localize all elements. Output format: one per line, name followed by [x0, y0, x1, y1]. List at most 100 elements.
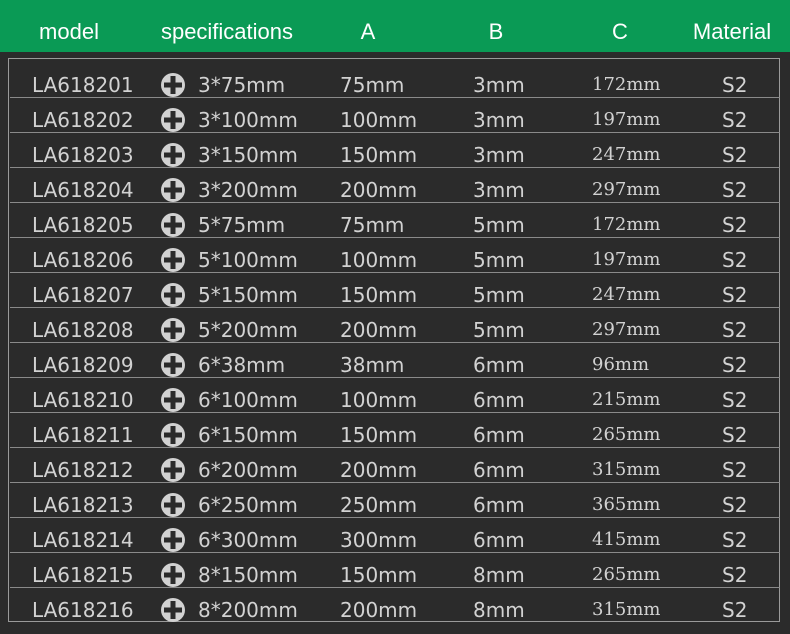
cell-c: 215mm: [592, 389, 661, 410]
cell-material: S2: [722, 423, 748, 447]
cell-b: 6mm: [473, 388, 525, 412]
table-row: LA618213 6*250mm 250mm 6mm 365mm S2: [10, 483, 780, 518]
cell-material: S2: [722, 143, 748, 167]
phillips-cross-icon: [161, 248, 185, 272]
cell-material: S2: [722, 563, 748, 587]
cell-material: S2: [722, 493, 748, 517]
table-row: LA618208 5*200mm 200mm 5mm 297mm S2: [10, 308, 780, 343]
cell-a: 38mm: [340, 353, 405, 377]
phillips-cross-icon: [161, 318, 185, 342]
cell-a: 100mm: [340, 108, 418, 132]
cell-b: 5mm: [473, 318, 525, 342]
cell-material: S2: [722, 213, 748, 237]
cell-b: 6mm: [473, 423, 525, 447]
cell-material: S2: [722, 353, 748, 377]
cell-b: 3mm: [473, 178, 525, 202]
cell-a: 150mm: [340, 423, 418, 447]
cell-model: LA618213: [32, 493, 134, 517]
table-row: LA618211 6*150mm 150mm 6mm 265mm S2: [10, 413, 780, 448]
phillips-cross-icon: [161, 73, 185, 97]
cell-model: LA618204: [32, 178, 134, 202]
cell-c: 96mm: [592, 354, 650, 375]
cell-material: S2: [722, 248, 748, 272]
phillips-cross-icon: [161, 143, 185, 167]
cell-material: S2: [722, 388, 748, 412]
cell-c: 247mm: [592, 144, 661, 165]
cell-a: 300mm: [340, 528, 418, 552]
cell-c: 315mm: [592, 599, 661, 620]
table-row: LA618201 3*75mm 75mm 3mm 172mm S2: [10, 63, 780, 98]
cell-spec: 8*150mm: [198, 563, 298, 587]
cell-model: LA618207: [32, 283, 134, 307]
cell-model: LA618211: [32, 423, 134, 447]
cell-b: 3mm: [473, 143, 525, 167]
phillips-cross-icon: [161, 178, 185, 202]
cell-a: 150mm: [340, 563, 418, 587]
cell-c: 297mm: [592, 319, 661, 340]
cell-c: 197mm: [592, 109, 661, 130]
cell-model: LA618216: [32, 598, 134, 622]
cell-a: 75mm: [340, 73, 405, 97]
cell-b: 8mm: [473, 598, 525, 622]
phillips-cross-icon: [161, 388, 185, 412]
cell-b: 6mm: [473, 528, 525, 552]
cell-model: LA618206: [32, 248, 134, 272]
cell-a: 150mm: [340, 283, 418, 307]
cell-c: 172mm: [592, 214, 661, 235]
cell-spec: 6*100mm: [198, 388, 298, 412]
cell-material: S2: [722, 283, 748, 307]
cell-spec: 6*38mm: [198, 353, 286, 377]
cell-model: LA618208: [32, 318, 134, 342]
table-row: LA618210 6*100mm 100mm 6mm 215mm S2: [10, 378, 780, 413]
table-row: LA618204 3*200mm 200mm 3mm 297mm S2: [10, 168, 780, 203]
table-row: LA618216 8*200mm 200mm 8mm 315mm S2: [10, 588, 780, 623]
phillips-cross-icon: [161, 108, 185, 132]
table-row: LA618207 5*150mm 150mm 5mm 247mm S2: [10, 273, 780, 308]
cell-spec: 3*75mm: [198, 73, 286, 97]
cell-c: 172mm: [592, 74, 661, 95]
cell-model: LA618209: [32, 353, 134, 377]
cell-c: 197mm: [592, 249, 661, 270]
cell-spec: 5*75mm: [198, 213, 286, 237]
table-row: LA618209 6*38mm 38mm 6mm 96mm S2: [10, 343, 780, 378]
cell-spec: 5*200mm: [198, 318, 298, 342]
header-b: B: [488, 19, 504, 44]
cell-spec: 3*150mm: [198, 143, 298, 167]
cell-material: S2: [722, 528, 748, 552]
table-row: LA618202 3*100mm 100mm 3mm 197mm S2: [10, 98, 780, 133]
cell-a: 250mm: [340, 493, 418, 517]
cell-a: 200mm: [340, 178, 418, 202]
header-material: Material: [692, 19, 772, 44]
phillips-cross-icon: [161, 528, 185, 552]
cell-c: 415mm: [592, 529, 661, 550]
cell-c: 315mm: [592, 459, 661, 480]
cell-model: LA618202: [32, 108, 134, 132]
cell-b: 5mm: [473, 283, 525, 307]
cell-a: 75mm: [340, 213, 405, 237]
phillips-cross-icon: [161, 598, 185, 622]
cell-material: S2: [722, 458, 748, 482]
cell-model: LA618214: [32, 528, 134, 552]
cell-b: 5mm: [473, 248, 525, 272]
cell-spec: 5*100mm: [198, 248, 298, 272]
cell-a: 100mm: [340, 388, 418, 412]
table-row: LA618206 5*100mm 100mm 5mm 197mm S2: [10, 238, 780, 273]
cell-a: 200mm: [340, 458, 418, 482]
cell-material: S2: [722, 108, 748, 132]
header-model: model: [39, 19, 99, 44]
cell-spec: 3*100mm: [198, 108, 298, 132]
cell-b: 6mm: [473, 493, 525, 517]
cell-spec: 6*150mm: [198, 423, 298, 447]
table-row: LA618203 3*150mm 150mm 3mm 247mm S2: [10, 133, 780, 168]
cell-model: LA618210: [32, 388, 134, 412]
cell-spec: 3*200mm: [198, 178, 298, 202]
table-row: LA618215 8*150mm 150mm 8mm 265mm S2: [10, 553, 780, 588]
cell-material: S2: [722, 73, 748, 97]
phillips-cross-icon: [161, 458, 185, 482]
cell-model: LA618201: [32, 73, 134, 97]
cell-spec: 6*250mm: [198, 493, 298, 517]
phillips-cross-icon: [161, 353, 185, 377]
cell-spec: 8*200mm: [198, 598, 298, 622]
cell-model: LA618215: [32, 563, 134, 587]
cell-c: 247mm: [592, 284, 661, 305]
